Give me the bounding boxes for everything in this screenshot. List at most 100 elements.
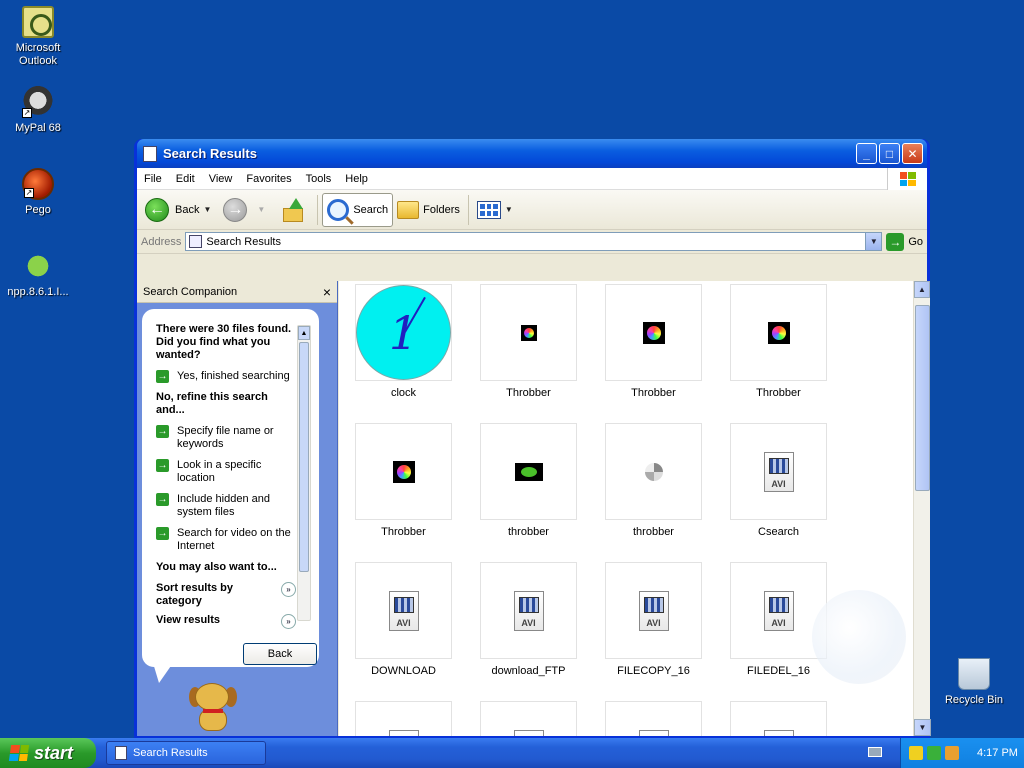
back-arrow-icon: ← [145,197,169,222]
file-item[interactable]: AVI download_FTP [480,562,577,677]
up-button[interactable] [273,193,313,227]
menu-tools[interactable]: Tools [299,173,339,185]
desktop-icon-label: npp.8.6.1.I... [7,286,69,298]
scroll-up-arrow[interactable]: ▲ [298,326,310,340]
network-icon[interactable] [927,746,941,760]
green-arrow-icon: → [156,425,169,438]
keyboard-icon[interactable] [868,747,882,757]
file-item[interactable]: AVI [355,701,452,736]
shortcut-arrow-icon: ↗ [24,188,34,198]
maximize-button[interactable]: □ [879,143,900,164]
avi-file-icon: AVI [513,729,544,736]
file-item[interactable]: Throbber [480,284,577,399]
glass-bubble-decoration [812,590,906,684]
search-assistant-dog[interactable] [185,683,245,733]
results-scrollbar[interactable]: ▲ ▼ [913,281,931,736]
title-bar[interactable]: Search Results _ □ ✕ [137,139,927,168]
companion-header: Search Companion × [137,281,337,303]
address-value: Search Results [206,235,281,248]
start-button[interactable]: start [0,738,96,768]
scroll-thumb[interactable] [299,342,309,572]
toolbar-separator [317,194,319,225]
chevron-down-icon[interactable]: » [281,582,296,597]
desktop-icon-mypal[interactable]: ↗ MyPal 68 [0,86,78,135]
file-name: Throbber [381,526,426,538]
option-label: Specify file name or keywords [177,425,274,450]
views-icon [476,200,501,219]
menu-view[interactable]: View [202,173,240,185]
shortcut-arrow-icon: ↗ [22,108,32,118]
close-button[interactable]: ✕ [902,143,923,164]
chevron-down-icon[interactable]: » [281,614,296,629]
video-internet-link[interactable]: → Search for video on the Internet [156,527,301,553]
security-shield-icon[interactable] [909,746,923,760]
taskbar-button-search-results[interactable]: Search Results [106,741,266,765]
file-item[interactable]: throbber [605,423,702,538]
results-question: There were 30 files found. Did you find … [156,323,292,361]
scroll-thumb[interactable] [915,305,930,491]
companion-close-button[interactable]: × [323,284,331,300]
file-name: clock [390,387,417,399]
file-item[interactable]: AVI FILECOPY_16 [605,562,702,677]
yes-finished-link[interactable]: → Yes, finished searching [156,370,301,383]
address-field[interactable]: Search Results ▼ [185,232,883,251]
sort-by-category-item[interactable]: Sort results by category » [156,582,296,608]
file-item[interactable]: Throbber [605,284,702,399]
file-item[interactable]: AVI [480,701,577,736]
scroll-up-arrow[interactable]: ▲ [914,281,930,298]
folders-button[interactable]: Folders [393,193,464,227]
companion-scrollbar[interactable]: ▲ [297,325,311,621]
menu-favorites[interactable]: Favorites [239,173,298,185]
search-icon [327,198,350,221]
companion-back-button[interactable]: Back [243,643,317,665]
file-item[interactable]: Throbber [355,423,452,538]
option-label: View results [156,614,220,626]
file-item[interactable]: throbber [480,423,577,538]
back-button[interactable]: ← Back ▼ [141,193,219,227]
option-label: Look in a specific location [177,459,262,484]
forward-dropdown-icon[interactable]: ▼ [257,205,265,214]
views-dropdown-icon[interactable]: ▼ [505,205,513,214]
system-tray: 4:17 PM [900,738,1024,768]
back-dropdown-icon[interactable]: ▼ [203,205,211,214]
file-item[interactable]: Throbber [730,284,827,399]
desktop-icon-outlook[interactable]: Microsoft Outlook [0,6,78,68]
file-name: Throbber [756,387,801,399]
scroll-down-arrow[interactable]: ▼ [914,719,931,736]
recycle-bin-icon [958,658,990,690]
file-item[interactable]: 1 clock [355,284,452,399]
desktop-icon-npp[interactable]: npp.8.6.1.I... [0,250,78,299]
taskbar-clock[interactable]: 4:17 PM [977,747,1018,759]
toolbar-separator [467,194,469,225]
address-dropdown-button[interactable]: ▼ [865,233,882,250]
go-button[interactable]: → Go [886,232,923,251]
file-item[interactable]: AVI [605,701,702,736]
hidden-system-files-link[interactable]: → Include hidden and system files [156,493,301,519]
search-results-window: Search Results _ □ ✕ File Edit View Favo… [134,139,931,739]
views-button[interactable]: ▼ [473,193,521,227]
companion-bubble: There were 30 files found. Did you find … [142,309,319,667]
file-item[interactable]: AVI Csearch [730,423,827,538]
file-name: Throbber [506,387,551,399]
go-label: Go [908,235,923,248]
green-arrow-icon: → [156,370,169,383]
specific-location-link[interactable]: → Look in a specific location [156,459,301,485]
menu-file[interactable]: File [137,173,169,185]
file-name: DOWNLOAD [371,665,436,677]
forward-button[interactable]: → ▼ [219,193,273,227]
forward-arrow-icon: → [223,197,248,222]
search-button[interactable]: Search [322,192,394,227]
file-item[interactable]: AVI [730,701,827,736]
avi-file-icon: AVI [513,590,544,631]
menu-edit[interactable]: Edit [169,173,202,185]
menu-help[interactable]: Help [338,173,375,185]
address-label: Address [141,235,182,248]
minimize-button[interactable]: _ [856,143,877,164]
specify-file-name-link[interactable]: → Specify file name or keywords [156,425,301,451]
desktop-icon-pego[interactable]: ↗ Pego [0,168,78,217]
desktop-icon-recycle-bin[interactable]: Recycle Bin [934,658,1014,707]
search-tray-icon[interactable] [945,746,959,760]
file-item[interactable]: AVI FILEDEL_16 [730,562,827,677]
file-item[interactable]: AVI DOWNLOAD [355,562,452,677]
view-results-item[interactable]: View results » [156,614,296,629]
